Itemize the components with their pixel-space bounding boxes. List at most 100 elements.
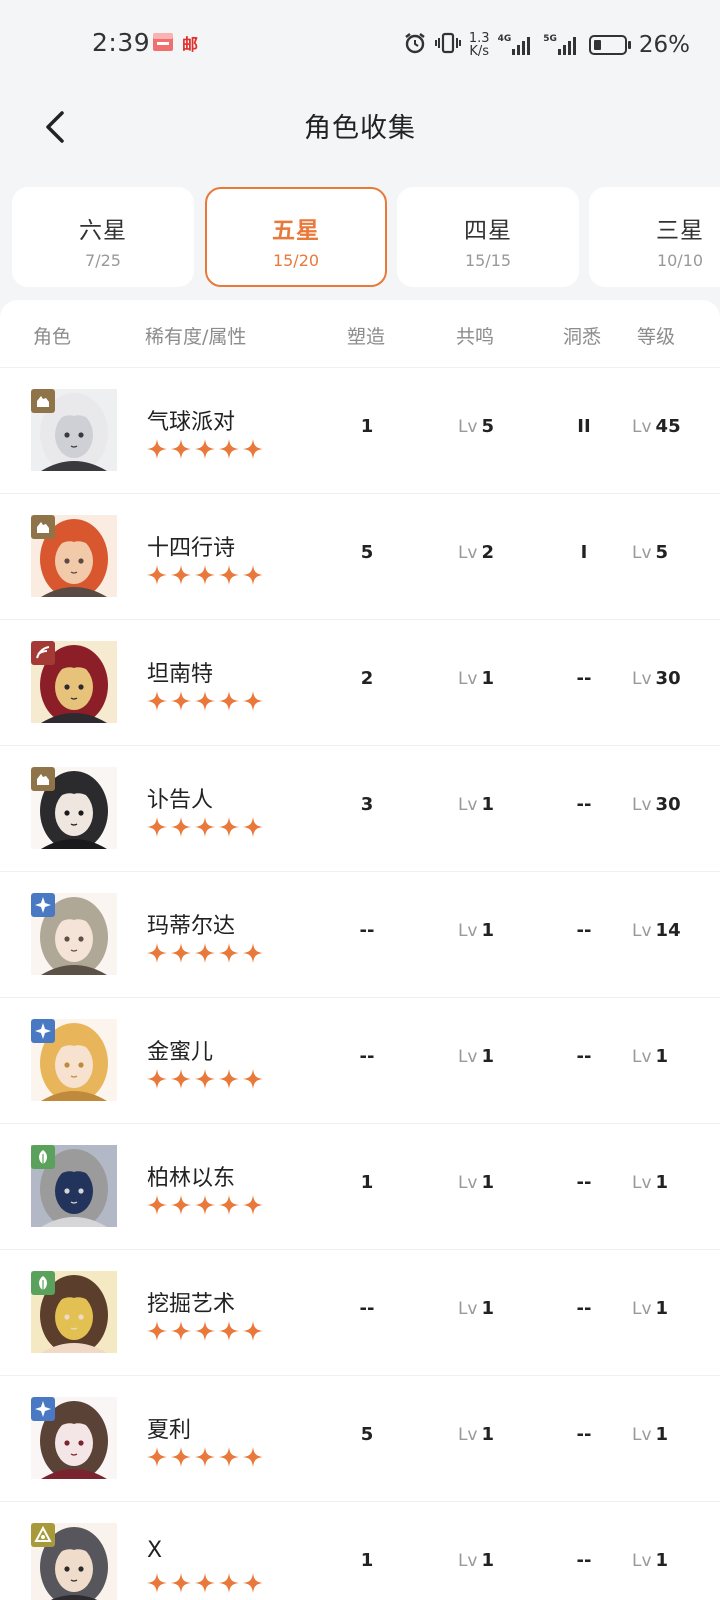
character-name: 柏林以东 — [147, 1166, 236, 1191]
level-prefix: Lv — [632, 1173, 652, 1193]
level-value: Lv 5 — [632, 542, 669, 563]
rarity-star-icon — [242, 942, 264, 964]
rarity-star-icon — [194, 438, 216, 460]
character-row[interactable]: X 1 Lv 1 -- Lv 1 — [0, 1502, 720, 1600]
character-name: 讣告人 — [147, 788, 214, 813]
resonance-value: Lv 1 — [457, 1550, 495, 1571]
star-element-icon — [31, 1523, 55, 1547]
spirit-element-icon — [31, 1019, 55, 1043]
rarity-star-icon — [146, 1446, 168, 1468]
insight-value: -- — [576, 1172, 592, 1193]
character-name: 挖掘艺术 — [147, 1292, 236, 1317]
rarity-stars — [146, 438, 264, 460]
insight-value: II — [577, 416, 591, 437]
character-name: 金蜜儿 — [147, 1040, 214, 1065]
level-prefix: Lv — [457, 669, 478, 689]
rarity-star-icon — [218, 816, 240, 838]
level-prefix: Lv — [632, 669, 652, 689]
mail-notification-icon: 邮 — [182, 35, 199, 54]
rarity-star-icon — [218, 1068, 240, 1090]
list-header: 角色 稀有度/属性 塑造 共鸣 洞悉 等级 — [0, 300, 720, 368]
resonance-value: Lv 1 — [457, 1298, 495, 1319]
spirit-element-icon — [31, 1397, 55, 1421]
level-value: Lv 1 — [632, 1298, 669, 1319]
tab-label: 六星 — [79, 218, 127, 244]
rarity-star-icon — [218, 438, 240, 460]
rarity-stars — [146, 1068, 264, 1090]
beast-element-icon — [31, 515, 55, 539]
insight-value: -- — [576, 1550, 592, 1571]
rarity-star-icon — [170, 1320, 192, 1342]
signal-5g-icon: 5G — [543, 34, 581, 56]
character-row[interactable]: 玛蒂尔达 -- Lv 1 -- Lv 14 — [0, 872, 720, 998]
rarity-star-icon — [194, 942, 216, 964]
level-value: Lv 1 — [632, 1550, 669, 1571]
character-name: 坦南特 — [147, 662, 214, 687]
status-time: 2:39 — [92, 28, 151, 57]
tab-rarity-1[interactable]: 六星 7/25 — [12, 187, 194, 287]
character-name: 夏利 — [147, 1418, 192, 1443]
rarity-star-icon — [218, 690, 240, 712]
mold-value: -- — [359, 1046, 375, 1067]
rarity-star-icon — [146, 438, 168, 460]
level-prefix: Lv — [632, 921, 652, 941]
rarity-star-icon — [242, 438, 264, 460]
resonance-value: Lv 1 — [457, 1424, 495, 1445]
character-row[interactable]: 挖掘艺术 -- Lv 1 -- Lv 1 — [0, 1250, 720, 1376]
character-row[interactable]: 十四行诗 5 Lv 2 I Lv 5 — [0, 494, 720, 620]
rarity-stars — [146, 942, 264, 964]
rarity-star-icon — [242, 1194, 264, 1216]
level-value: Lv 1 — [632, 1172, 669, 1193]
column-role: 角色 — [33, 326, 72, 348]
mold-value: 5 — [360, 542, 374, 563]
rarity-star-icon — [170, 816, 192, 838]
insight-value: -- — [576, 668, 592, 689]
tab-rarity-3[interactable]: 四星 15/15 — [397, 187, 579, 287]
character-row[interactable]: 夏利 5 Lv 1 -- Lv 1 — [0, 1376, 720, 1502]
character-row[interactable]: 金蜜儿 -- Lv 1 -- Lv 1 — [0, 998, 720, 1124]
level-value: Lv 45 — [632, 416, 681, 437]
status-bar: 2:39 邮 1.3 K/s 4G 5G 26% — [0, 0, 720, 90]
column-level: 等级 — [637, 326, 676, 348]
rarity-star-icon — [242, 564, 264, 586]
resonance-value: Lv 1 — [457, 1046, 495, 1067]
insight-value: -- — [576, 1424, 592, 1445]
rarity-star-icon — [146, 1320, 168, 1342]
notification-app-icon — [152, 32, 174, 52]
tab-count: 15/15 — [464, 251, 512, 270]
rarity-star-icon — [170, 564, 192, 586]
rarity-star-icon — [242, 1572, 264, 1594]
column-mold: 塑造 — [347, 326, 386, 348]
level-value: Lv 1 — [632, 1424, 669, 1445]
column-resonance: 共鸣 — [456, 326, 495, 348]
vibrate-icon — [434, 31, 461, 59]
page-header: 角色收集 — [0, 90, 720, 180]
rarity-star-icon — [146, 564, 168, 586]
level-prefix: Lv — [457, 921, 478, 941]
level-prefix: Lv — [632, 1047, 652, 1067]
tab-label: 五星 — [272, 218, 320, 244]
tab-rarity-2[interactable]: 五星 15/20 — [205, 187, 387, 287]
character-rows: 气球派对 1 Lv 5 II Lv 45 十四行诗 5 Lv 2 I Lv 5 坦南特 2 Lv 1 -- Lv 30 讣… — [0, 368, 720, 1600]
level-prefix: Lv — [457, 1299, 478, 1319]
rarity-star-icon — [218, 942, 240, 964]
beast-element-icon — [31, 767, 55, 791]
mold-value: -- — [359, 1298, 375, 1319]
character-row[interactable]: 柏林以东 1 Lv 1 -- Lv 1 — [0, 1124, 720, 1250]
rarity-star-icon — [146, 816, 168, 838]
character-row[interactable]: 气球派对 1 Lv 5 II Lv 45 — [0, 368, 720, 494]
level-value: Lv 14 — [632, 920, 681, 941]
character-row[interactable]: 讣告人 3 Lv 1 -- Lv 30 — [0, 746, 720, 872]
plant-element-icon — [31, 1271, 55, 1295]
status-icons: 1.3 K/s 4G 5G 26% — [403, 30, 690, 60]
tab-rarity-4[interactable]: 三星 10/10 — [589, 187, 720, 287]
rarity-star-icon — [218, 564, 240, 586]
rarity-stars — [146, 1194, 264, 1216]
mold-value: -- — [359, 920, 375, 941]
rarity-star-icon — [170, 942, 192, 964]
page-title: 角色收集 — [304, 113, 416, 144]
character-row[interactable]: 坦南特 2 Lv 1 -- Lv 30 — [0, 620, 720, 746]
rarity-star-icon — [146, 690, 168, 712]
level-prefix: Lv — [632, 543, 652, 563]
rarity-star-icon — [242, 816, 264, 838]
